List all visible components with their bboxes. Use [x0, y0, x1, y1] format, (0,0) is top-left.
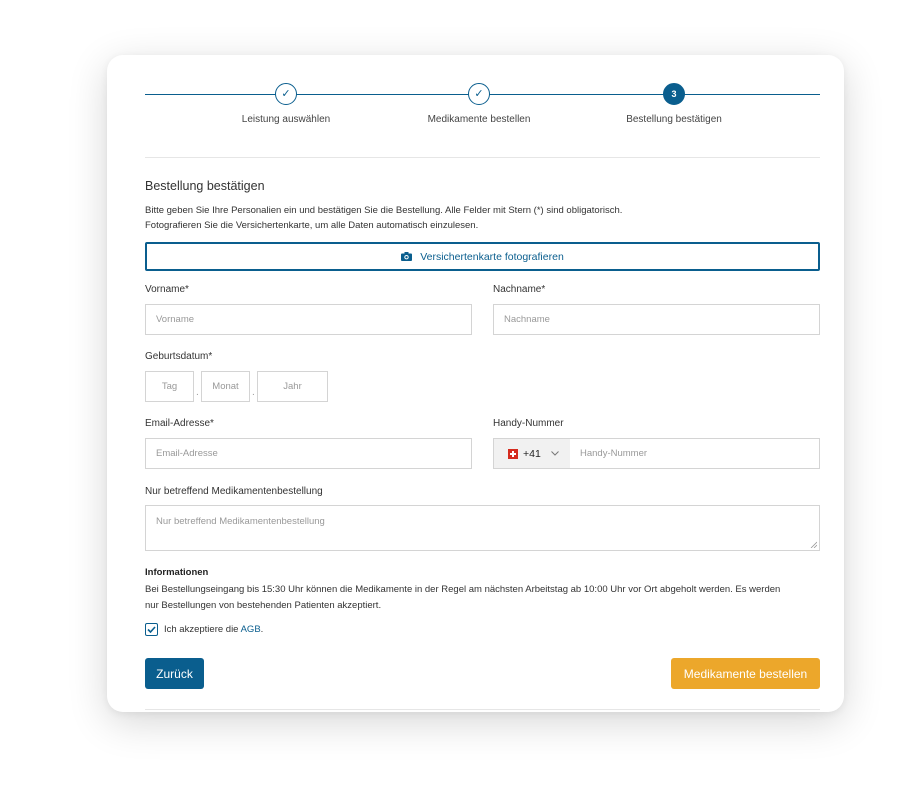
firstname-label: Vorname* [145, 284, 189, 295]
note-placeholder: Nur betreffend Medikamentenbestellung [156, 516, 325, 527]
info-line: nur Bestellungen von bestehenden Patient… [145, 600, 382, 611]
birthdate-label: Geburtsdatum* [145, 351, 213, 362]
phone-label: Handy-Nummer [493, 418, 564, 429]
email-input[interactable]: Email-Adresse [145, 438, 472, 469]
chevron-down-icon [550, 451, 559, 456]
phone-input[interactable]: Handy-Nummer [570, 439, 819, 468]
step-1[interactable]: ✓ Leistung auswählen [206, 83, 366, 125]
info-title: Informationen [145, 567, 209, 578]
agb-text: Ich akzeptiere die [164, 624, 239, 635]
intro-line: Fotografieren Sie die Versichertenkarte,… [145, 220, 479, 231]
step-3: 3 Bestellung bestätigen [594, 83, 754, 125]
lastname-label: Nachname* [493, 284, 546, 295]
photograph-card-label: Versichertenkarte fotografieren [420, 250, 564, 263]
swiss-flag-icon [508, 448, 518, 459]
firstname-input[interactable]: Vorname [145, 304, 472, 335]
section-title: Bestellung bestätigen [145, 179, 265, 193]
birth-year-input[interactable]: Jahr [257, 371, 328, 402]
back-button[interactable]: Zurück [145, 658, 204, 689]
step-label: Bestellung bestätigen [626, 114, 722, 125]
checkmark-icon [147, 626, 156, 633]
agb-checkbox[interactable] [145, 623, 158, 636]
check-icon: ✓ [468, 83, 490, 105]
resize-handle-icon[interactable] [810, 541, 817, 548]
country-code-select[interactable]: +41 [494, 439, 570, 468]
agb-suffix: . [260, 624, 264, 635]
info-text: Bei Bestellungseingang bis 15:30 Uhr kön… [145, 582, 825, 614]
info-line: Bei Bestellungseingang bis 15:30 Uhr kön… [145, 584, 781, 595]
step-label: Leistung auswählen [241, 114, 331, 125]
birth-month-input[interactable]: Monat [201, 371, 250, 402]
step-2[interactable]: ✓ Medikamente bestellen [399, 83, 559, 125]
email-label: Email-Adresse* [145, 418, 214, 429]
phone-field: +41 Handy-Nummer [493, 438, 820, 469]
check-icon: ✓ [275, 83, 297, 105]
stepper: ✓ Leistung auswählen ✓ Medikamente beste… [145, 83, 820, 133]
intro-line: Bitte geben Sie Ihre Personalien ein und… [145, 205, 623, 216]
step-label: Medikamente bestellen [427, 114, 531, 125]
intro-text: Bitte geben Sie Ihre Personalien ein und… [145, 203, 622, 233]
date-separator: . [252, 387, 255, 398]
divider [145, 157, 820, 158]
agb-consent: Ich akzeptiere die AGB. [145, 623, 263, 636]
order-medication-button[interactable]: Medikamente bestellen [671, 658, 820, 689]
lastname-input[interactable]: Nachname [493, 304, 820, 335]
agb-link[interactable]: AGB [241, 624, 261, 635]
note-textarea[interactable]: Nur betreffend Medikamentenbestellung [145, 505, 820, 551]
divider [145, 709, 820, 710]
note-label: Nur betreffend Medikamentenbestellung [145, 486, 323, 497]
date-separator: . [196, 387, 199, 398]
order-card: ✓ Leistung auswählen ✓ Medikamente beste… [107, 55, 844, 712]
birth-day-input[interactable]: Tag [145, 371, 194, 402]
photograph-card-button[interactable]: Versichertenkarte fotografieren [145, 242, 820, 271]
step-number: 3 [663, 83, 685, 105]
camera-icon [401, 252, 413, 261]
country-code: +41 [523, 447, 541, 460]
